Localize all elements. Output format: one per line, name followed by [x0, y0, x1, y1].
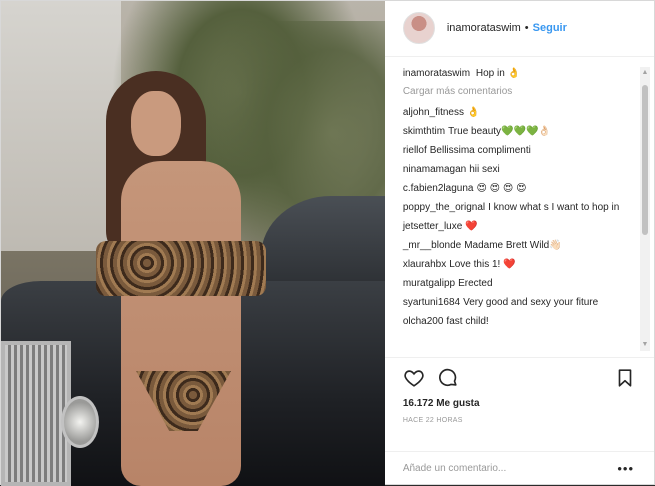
comment-text: Very good and sexy your fiture	[463, 296, 599, 308]
comment-text: I know what s I want to hop in	[488, 201, 620, 213]
comments-panel: inamorataswim • Seguir inamorataswim Hop…	[384, 1, 654, 486]
photo-car-grille	[1, 341, 71, 486]
comment-username[interactable]: jetsetter_luxe	[403, 221, 462, 232]
photo-model-body	[121, 161, 241, 486]
comment-text: True beauty💚💚💚👌🏻	[448, 125, 551, 137]
caption-text: Hop in 👌	[475, 67, 520, 79]
comment-text: 😍 😍 😍 😍	[476, 182, 527, 194]
comment-text: Erected	[458, 277, 493, 289]
comment-text: hii sexi	[469, 163, 500, 175]
comment-item: _mr__blonde Madame Brett Wild👋🏻	[403, 239, 634, 252]
more-options-icon[interactable]: •••	[617, 461, 634, 476]
comment-item: ninamamagan hii sexi	[403, 163, 634, 176]
comment-item: aljohn_fitness 👌	[403, 106, 634, 119]
comments-scrollbar[interactable]: ▲ ▼	[640, 66, 650, 351]
comment-text: Bellissima complimenti	[429, 144, 531, 156]
post-modal: inamorataswim • Seguir inamorataswim Hop…	[0, 0, 655, 486]
comment-username[interactable]: aljohn_fitness	[403, 107, 464, 118]
scrollbar-thumb[interactable]	[642, 84, 648, 235]
comments-list[interactable]: inamorataswim Hop in 👌 Cargar más coment…	[385, 57, 654, 357]
photo-model	[96, 71, 266, 486]
comment-username[interactable]: c.fabien2laguna	[403, 183, 474, 194]
comment-text: Madame Brett Wild👋🏻	[464, 239, 562, 251]
bookmark-icon[interactable]	[614, 367, 636, 389]
comment-username[interactable]: xlaurahbx	[403, 259, 446, 270]
comment-item: xlaurahbx Love this 1! ❤️	[403, 258, 634, 271]
comment-text: fast child!	[446, 315, 489, 327]
scroll-down-arrow-icon[interactable]: ▼	[641, 341, 649, 349]
comment-item: riellof Bellissima complimenti	[403, 144, 634, 157]
post-actions: 16.172 Me gusta HACE 22 HORAS	[384, 356, 654, 451]
photo-model-face	[131, 91, 181, 156]
comment-username[interactable]: muratgalipp	[403, 278, 455, 289]
comment-username[interactable]: skimthtim	[403, 126, 445, 137]
comment-text: ❤️	[465, 220, 478, 232]
comment-item: poppy_the_orignal I know what s I want to…	[403, 201, 634, 214]
comment-username[interactable]: riellof	[403, 145, 427, 156]
action-icons	[403, 366, 636, 390]
follow-button[interactable]: Seguir	[533, 22, 567, 34]
header-username[interactable]: inamorataswim	[447, 22, 521, 34]
heart-icon[interactable]	[403, 367, 425, 389]
comment-icon[interactable]	[437, 367, 459, 389]
likes-count[interactable]: 16.172 Me gusta	[403, 398, 636, 409]
comment-username[interactable]: olcha200	[403, 316, 444, 327]
caption: inamorataswim Hop in 👌	[403, 67, 634, 80]
comment-item: syartuni1684 Very good and sexy your fitu…	[403, 296, 634, 309]
comment-username[interactable]: _mr__blonde	[403, 240, 461, 251]
comment-username[interactable]: syartuni1684	[403, 297, 460, 308]
post-photo[interactable]	[1, 1, 385, 486]
comment-item: olcha200 fast child!	[403, 315, 634, 328]
photo-car-headlamp	[61, 396, 99, 448]
comment-item: c.fabien2laguna 😍 😍 😍 😍	[403, 182, 634, 195]
comment-username[interactable]: ninamamagan	[403, 164, 466, 175]
comment-items: aljohn_fitness 👌 skimthtim True beauty💚💚💚👌🏻…	[403, 106, 634, 328]
comment-username[interactable]: poppy_the_orignal	[403, 202, 485, 213]
comment-text: 👌	[466, 106, 480, 118]
load-more-comments-button[interactable]: Cargar más comentarios	[403, 86, 634, 97]
scroll-up-arrow-icon[interactable]: ▲	[641, 69, 649, 77]
avatar[interactable]	[402, 12, 435, 45]
comment-input[interactable]	[402, 463, 618, 475]
add-comment-bar: •••	[384, 450, 654, 486]
post-timestamp[interactable]: HACE 22 HORAS	[403, 417, 636, 424]
post-header: inamorataswim • Seguir	[384, 1, 654, 57]
photo-swimsuit-top	[96, 241, 266, 296]
comment-item: jetsetter_luxe ❤️	[403, 220, 634, 233]
comment-item: muratgalipp Erected	[403, 277, 634, 290]
comment-text: Love this 1! ❤️	[449, 258, 516, 270]
header-separator: •	[524, 22, 529, 35]
comment-item: skimthtim True beauty💚💚💚👌🏻	[403, 125, 634, 138]
caption-username[interactable]: inamorataswim	[403, 68, 470, 79]
